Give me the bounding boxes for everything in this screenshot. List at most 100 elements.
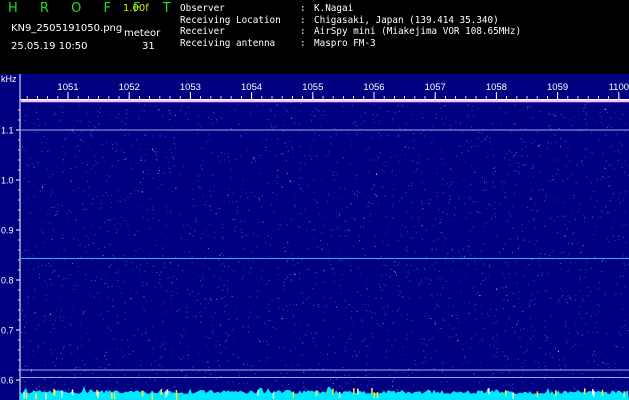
noise-speckle (492, 336, 494, 338)
noise-speckle (542, 189, 544, 191)
noise-speckle (461, 231, 463, 233)
noise-speckle (435, 114, 437, 116)
noise-speckle (272, 326, 274, 328)
noise-speckle (418, 154, 420, 156)
noise-speckle (401, 296, 403, 298)
noise-speckle (178, 378, 180, 380)
noise-speckle (220, 351, 222, 353)
noise-speckle (168, 388, 170, 390)
noise-speckle (283, 124, 285, 126)
noise-speckle (332, 175, 334, 177)
noise-speckle (51, 239, 53, 240)
noise-speckle (330, 378, 332, 380)
noise-speckle (360, 132, 362, 134)
noise-speckle (196, 205, 198, 207)
noise-speckle (619, 118, 621, 120)
noise-speckle (567, 339, 569, 341)
noise-speckle (494, 170, 496, 172)
noise-speckle (549, 255, 550, 256)
noise-speckle (413, 148, 414, 149)
noise-speckle (187, 289, 189, 291)
noise-speckle (144, 160, 146, 162)
noise-speckle (394, 155, 396, 156)
noise-speckle (70, 167, 72, 169)
noise-speckle (579, 343, 581, 345)
noise-speckle (68, 389, 70, 391)
noise-speckle (361, 322, 363, 323)
noise-speckle (441, 232, 443, 234)
noise-speckle (496, 320, 497, 322)
noise-speckle (406, 250, 408, 252)
noise-speckle (230, 106, 232, 107)
x-tick-label: 1052 (119, 82, 140, 93)
noise-speckle (29, 263, 31, 265)
noise-speckle (489, 141, 491, 143)
noise-speckle (479, 295, 481, 297)
noise-speckle (54, 113, 56, 115)
noise-speckle (342, 106, 344, 108)
noise-speckle (437, 328, 439, 330)
noise-speckle (364, 254, 366, 256)
noise-speckle (52, 361, 54, 363)
noise-speckle (400, 131, 402, 133)
noise-speckle (286, 172, 288, 174)
noise-speckle (240, 154, 242, 156)
noise-speckle (294, 386, 296, 388)
noise-speckle (518, 320, 519, 322)
noise-speckle (550, 218, 552, 220)
noise-speckle (401, 104, 403, 106)
noise-speckle (571, 300, 572, 301)
noise-speckle (230, 256, 232, 258)
noise-speckle (313, 199, 315, 201)
noise-speckle (385, 232, 387, 234)
noise-speckle (95, 126, 97, 128)
noise-speckle (247, 197, 249, 199)
noise-speckle (170, 268, 172, 270)
noise-speckle (625, 160, 626, 162)
noise-speckle (626, 164, 628, 166)
noise-speckle (243, 383, 245, 385)
noise-speckle (374, 193, 376, 195)
noise-speckle (120, 349, 122, 351)
noise-speckle (372, 336, 374, 338)
noise-speckle (554, 199, 556, 201)
noise-speckle (62, 106, 64, 108)
noise-speckle (480, 250, 482, 252)
noise-speckle (58, 254, 59, 256)
noise-speckle (445, 280, 447, 282)
noise-speckle (440, 221, 441, 223)
noise-speckle (174, 386, 176, 388)
noise-speckle (550, 143, 552, 145)
noise-speckle (140, 143, 142, 145)
noise-speckle (235, 309, 237, 311)
noise-speckle (127, 196, 129, 198)
noise-speckle (358, 351, 360, 353)
noise-speckle (584, 104, 586, 106)
noise-speckle (181, 335, 183, 337)
noise-speckle (483, 243, 484, 245)
noise-speckle (344, 230, 346, 232)
noise-speckle (166, 157, 168, 159)
noise-speckle (590, 291, 592, 292)
noise-speckle (142, 307, 144, 309)
noise-speckle (313, 373, 314, 375)
noise-speckle (441, 371, 443, 373)
noise-speckle (205, 230, 207, 232)
noise-speckle (369, 311, 371, 312)
noise-speckle (550, 180, 551, 182)
noise-speckle (173, 158, 174, 160)
bottom-signal-spike (376, 392, 379, 399)
spectrogram-plot[interactable]: kHz 1.11.00.90.80.70.61051 1052 1053 1054 10… (0, 74, 629, 400)
noise-speckle (537, 275, 539, 277)
noise-speckle (401, 224, 403, 226)
noise-speckle (587, 295, 589, 297)
noise-speckle (118, 365, 120, 367)
noise-speckle (379, 325, 381, 327)
noise-speckle (438, 102, 440, 104)
noise-speckle (73, 284, 75, 286)
noise-speckle (333, 336, 335, 338)
noise-speckle (83, 190, 85, 192)
noise-speckle (338, 310, 340, 312)
noise-speckle (576, 385, 578, 387)
noise-speckle (422, 362, 423, 364)
